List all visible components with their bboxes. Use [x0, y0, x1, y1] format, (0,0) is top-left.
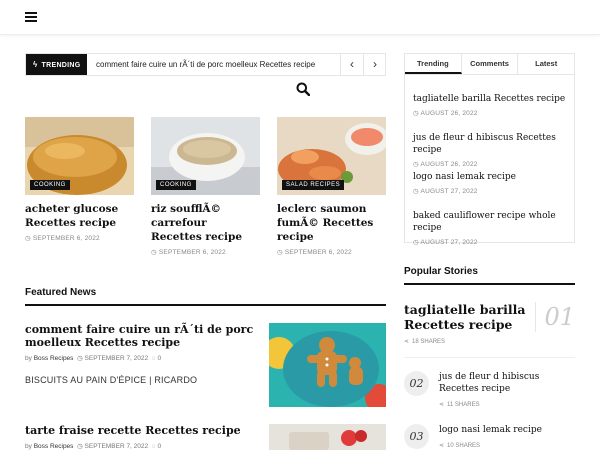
popular-title[interactable]: tagliatelle barilla Recettes recipe	[404, 302, 529, 332]
list-item-title[interactable]: tagliatelle barilla Recettes recipe	[413, 93, 573, 105]
share-count: ⋖ 18 SHARES	[404, 338, 575, 345]
date-text: AUGUST 26, 2022	[420, 110, 478, 117]
search-icon[interactable]	[296, 82, 310, 96]
by-text: by	[25, 443, 32, 450]
article-card[interactable]: COOKING acheter glucose Recettes recipe …	[25, 117, 134, 242]
featured-title[interactable]: tarte fraise recette Recettes recipe	[25, 424, 260, 437]
featured-item: tarte fraise recette Recettes recipe by …	[25, 424, 386, 450]
clock-icon: ◷	[413, 161, 421, 168]
tab-panel: tagliatelle barilla Recettes recipe ◷ AU…	[404, 75, 575, 246]
date-text: SEPTEMBER 7, 2022	[84, 355, 149, 362]
list-item-date: ◷ AUGUST 27, 2022	[413, 187, 573, 195]
tab-latest[interactable]: Latest	[518, 54, 574, 74]
category-tag[interactable]: COOKING	[30, 180, 70, 190]
list-item[interactable]: jus de fleur d hibiscus Recettes recipe …	[413, 132, 573, 168]
list-item[interactable]: tagliatelle barilla Recettes recipe ◷ AU…	[413, 93, 573, 117]
trending-ticker: ϟ TRENDING comment faire cuire un rÃ´ti d…	[25, 53, 386, 76]
date-text: AUGUST 27, 2022	[420, 239, 478, 246]
date-text: SEPTEMBER 7, 2022	[84, 443, 149, 450]
article-date: ◷ SEPTEMBER 6, 2022	[277, 248, 386, 256]
date-text: SEPTEMBER 6, 2022	[284, 249, 352, 256]
clock-icon: ◷	[413, 110, 421, 117]
popular-rank: 03	[404, 424, 429, 449]
list-item-title[interactable]: logo nasi lemak recipe	[413, 171, 573, 183]
date-text: SEPTEMBER 6, 2022	[158, 249, 226, 256]
clock-icon: ◷	[413, 239, 421, 246]
clock-icon: ◷	[77, 355, 83, 362]
popular-title[interactable]: logo nasi lemak recipe	[439, 424, 575, 436]
tab-comments[interactable]: Comments	[462, 54, 519, 74]
share-icon: ⋖	[439, 402, 445, 408]
article-thumbnail[interactable]: SALAD RECIPES	[277, 117, 386, 195]
date-text: AUGUST 27, 2022	[420, 188, 478, 195]
tab-trending[interactable]: Trending	[405, 54, 462, 74]
sidebar-tabs: Trending Comments Latest	[404, 53, 575, 75]
author-link[interactable]: Boss Recipes	[34, 443, 74, 450]
clock-icon: ◷	[77, 443, 83, 450]
list-item[interactable]: logo nasi lemak recipe ◷ AUGUST 27, 2022	[413, 171, 573, 195]
article-card[interactable]: SALAD RECIPES leclerc saumon fumÃ© Recet…	[277, 117, 386, 256]
author-link[interactable]: Boss Recipes	[34, 355, 74, 362]
shares-text: 18 SHARES	[412, 339, 446, 345]
category-tag[interactable]: SALAD RECIPES	[282, 180, 345, 190]
trending-label: TRENDING	[41, 62, 81, 69]
list-item-date: ◷ AUGUST 27, 2022	[413, 238, 573, 246]
comment-icon[interactable]: ◌	[152, 355, 156, 362]
featured-item: comment faire cuire un rÃ´ti de porc moe…	[25, 323, 386, 407]
comment-icon[interactable]: ◌	[152, 443, 156, 450]
chevron-right-icon[interactable]: ›	[363, 54, 386, 75]
article-thumbnail[interactable]: COOKING	[151, 117, 260, 195]
featured-heading: Featured News	[25, 287, 386, 306]
article-date: ◷ SEPTEMBER 6, 2022	[25, 234, 134, 242]
date-text: AUGUST 26, 2022	[420, 161, 478, 168]
bolt-icon: ϟ	[33, 60, 38, 69]
share-icon: ⋖	[439, 443, 445, 449]
popular-rank: 02	[404, 371, 429, 396]
clock-icon: ◷	[25, 235, 33, 242]
featured-thumbnail[interactable]	[269, 424, 386, 450]
featured-thumbnail[interactable]	[269, 323, 386, 407]
popular-item[interactable]: tagliatelle barilla Recettes recipe 01 ⋖…	[404, 302, 575, 358]
shares-text: 10 SHARES	[447, 443, 481, 449]
clock-icon: ◷	[277, 249, 285, 256]
article-thumbnail[interactable]: COOKING	[25, 117, 134, 195]
comment-count[interactable]: 0	[157, 355, 161, 362]
article-date: ◷ SEPTEMBER 6, 2022	[151, 248, 260, 256]
date-text: SEPTEMBER 6, 2022	[32, 235, 100, 242]
share-count: ⋖ 10 SHARES	[439, 442, 575, 449]
popular-heading: Popular Stories	[404, 266, 575, 285]
share-icon: ⋖	[404, 339, 410, 345]
article-title[interactable]: leclerc saumon fumÃ© Recettes recipe	[277, 202, 386, 244]
site-header	[0, 0, 600, 35]
share-count: ⋖ 11 SHARES	[439, 401, 575, 408]
category-tag[interactable]: COOKING	[156, 180, 196, 190]
chevron-left-icon[interactable]: ‹	[340, 54, 363, 75]
clock-icon: ◷	[151, 249, 159, 256]
article-title[interactable]: acheter glucose Recettes recipe	[25, 202, 134, 230]
popular-rank: 01	[535, 302, 575, 332]
featured-title[interactable]: comment faire cuire un rÃ´ti de porc moe…	[25, 323, 260, 349]
popular-title[interactable]: jus de fleur d hibiscus Recettes recipe	[439, 371, 575, 395]
article-card[interactable]: COOKING riz soufflÃ© carrefour Recettes …	[151, 117, 260, 256]
hamburger-icon[interactable]	[25, 12, 37, 22]
article-title[interactable]: riz soufflÃ© carrefour Recettes recipe	[151, 202, 260, 244]
list-item-title[interactable]: baked cauliflower recipe whole recipe	[413, 210, 573, 234]
trending-badge: ϟ TRENDING	[26, 54, 87, 75]
list-item-date: ◷ AUGUST 26, 2022	[413, 109, 573, 117]
shares-text: 11 SHARES	[447, 402, 480, 408]
list-item-title[interactable]: jus de fleur d hibiscus Recettes recipe	[413, 132, 573, 156]
list-item[interactable]: baked cauliflower recipe whole recipe ◷ …	[413, 210, 573, 246]
clock-icon: ◷	[413, 188, 421, 195]
by-text: by	[25, 355, 32, 362]
list-item-date: ◷ AUGUST 26, 2022	[413, 160, 573, 168]
comment-count[interactable]: 0	[157, 443, 161, 450]
trending-headline[interactable]: comment faire cuire un rÃ´ti de porc moe…	[96, 54, 340, 75]
